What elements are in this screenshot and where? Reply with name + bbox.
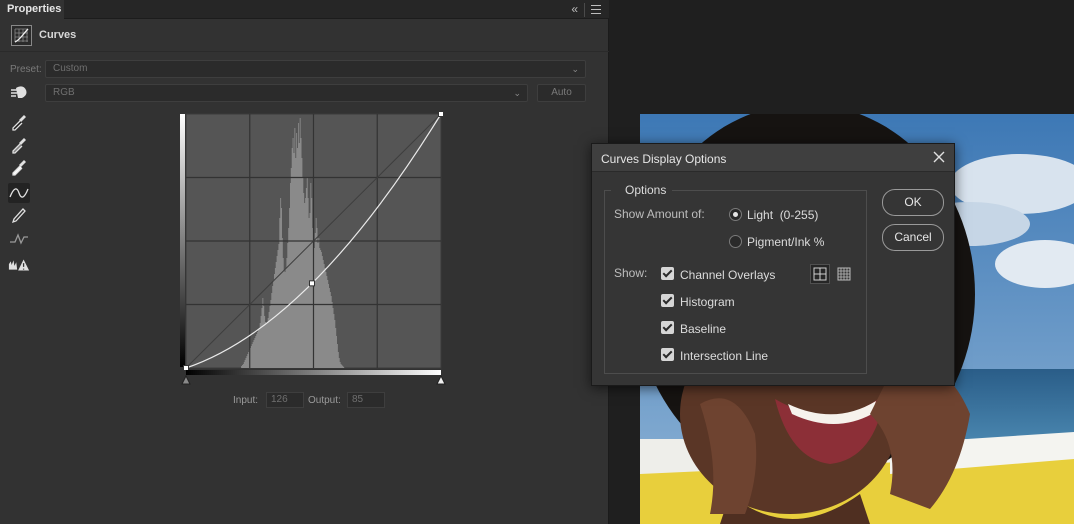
show-amount-label: Show Amount of:: [614, 207, 705, 221]
histogram-checkbox[interactable]: [661, 294, 674, 307]
light-option-label[interactable]: Light (0-255): [747, 208, 818, 222]
detailed-grid-icon[interactable]: [834, 264, 854, 284]
black-slider-handle[interactable]: [181, 374, 191, 385]
curve-point[interactable]: [438, 111, 444, 117]
input-gradient-bar: [186, 370, 441, 375]
pigment-radio[interactable]: [729, 235, 742, 248]
simple-grid-icon[interactable]: [810, 264, 830, 284]
show-label: Show:: [614, 266, 648, 280]
properties-panel: Properties « Curves Preset: Custom ⌄ RGB: [0, 0, 609, 524]
channel-overlays-checkbox[interactable]: [661, 267, 674, 280]
options-group-title: Options: [611, 183, 673, 197]
dialog-title: Curves Display Options: [601, 152, 727, 166]
white-slider-handle[interactable]: [436, 374, 446, 385]
close-icon[interactable]: [932, 150, 946, 164]
intersection-line-label[interactable]: Intersection Line: [680, 349, 768, 363]
curve-point[interactable]: [183, 365, 189, 371]
output-gradient-bar: [180, 114, 185, 367]
input-field[interactable]: 126: [266, 392, 304, 408]
output-label: Output:: [308, 395, 341, 406]
ok-button[interactable]: OK: [882, 189, 944, 216]
intersection-line-checkbox[interactable]: [661, 348, 674, 361]
baseline-checkbox[interactable]: [661, 321, 674, 334]
curves-graph[interactable]: [0, 0, 609, 524]
app-root: Properties « Curves Preset: Custom ⌄ RGB: [0, 0, 1074, 524]
channel-overlays-label[interactable]: Channel Overlays: [680, 268, 775, 282]
pigment-option-label[interactable]: Pigment/Ink %: [747, 235, 824, 249]
baseline-label[interactable]: Baseline: [680, 322, 726, 336]
histogram-label[interactable]: Histogram: [680, 295, 735, 309]
dialog-titlebar[interactable]: Curves Display Options: [592, 144, 954, 172]
output-field[interactable]: 85: [347, 392, 385, 408]
curves-display-options-dialog: Curves Display Options Options Show Amou…: [591, 143, 955, 386]
curve-point[interactable]: [309, 280, 315, 287]
input-label: Input:: [233, 395, 259, 406]
light-radio[interactable]: [729, 208, 742, 221]
cancel-button[interactable]: Cancel: [882, 224, 944, 251]
